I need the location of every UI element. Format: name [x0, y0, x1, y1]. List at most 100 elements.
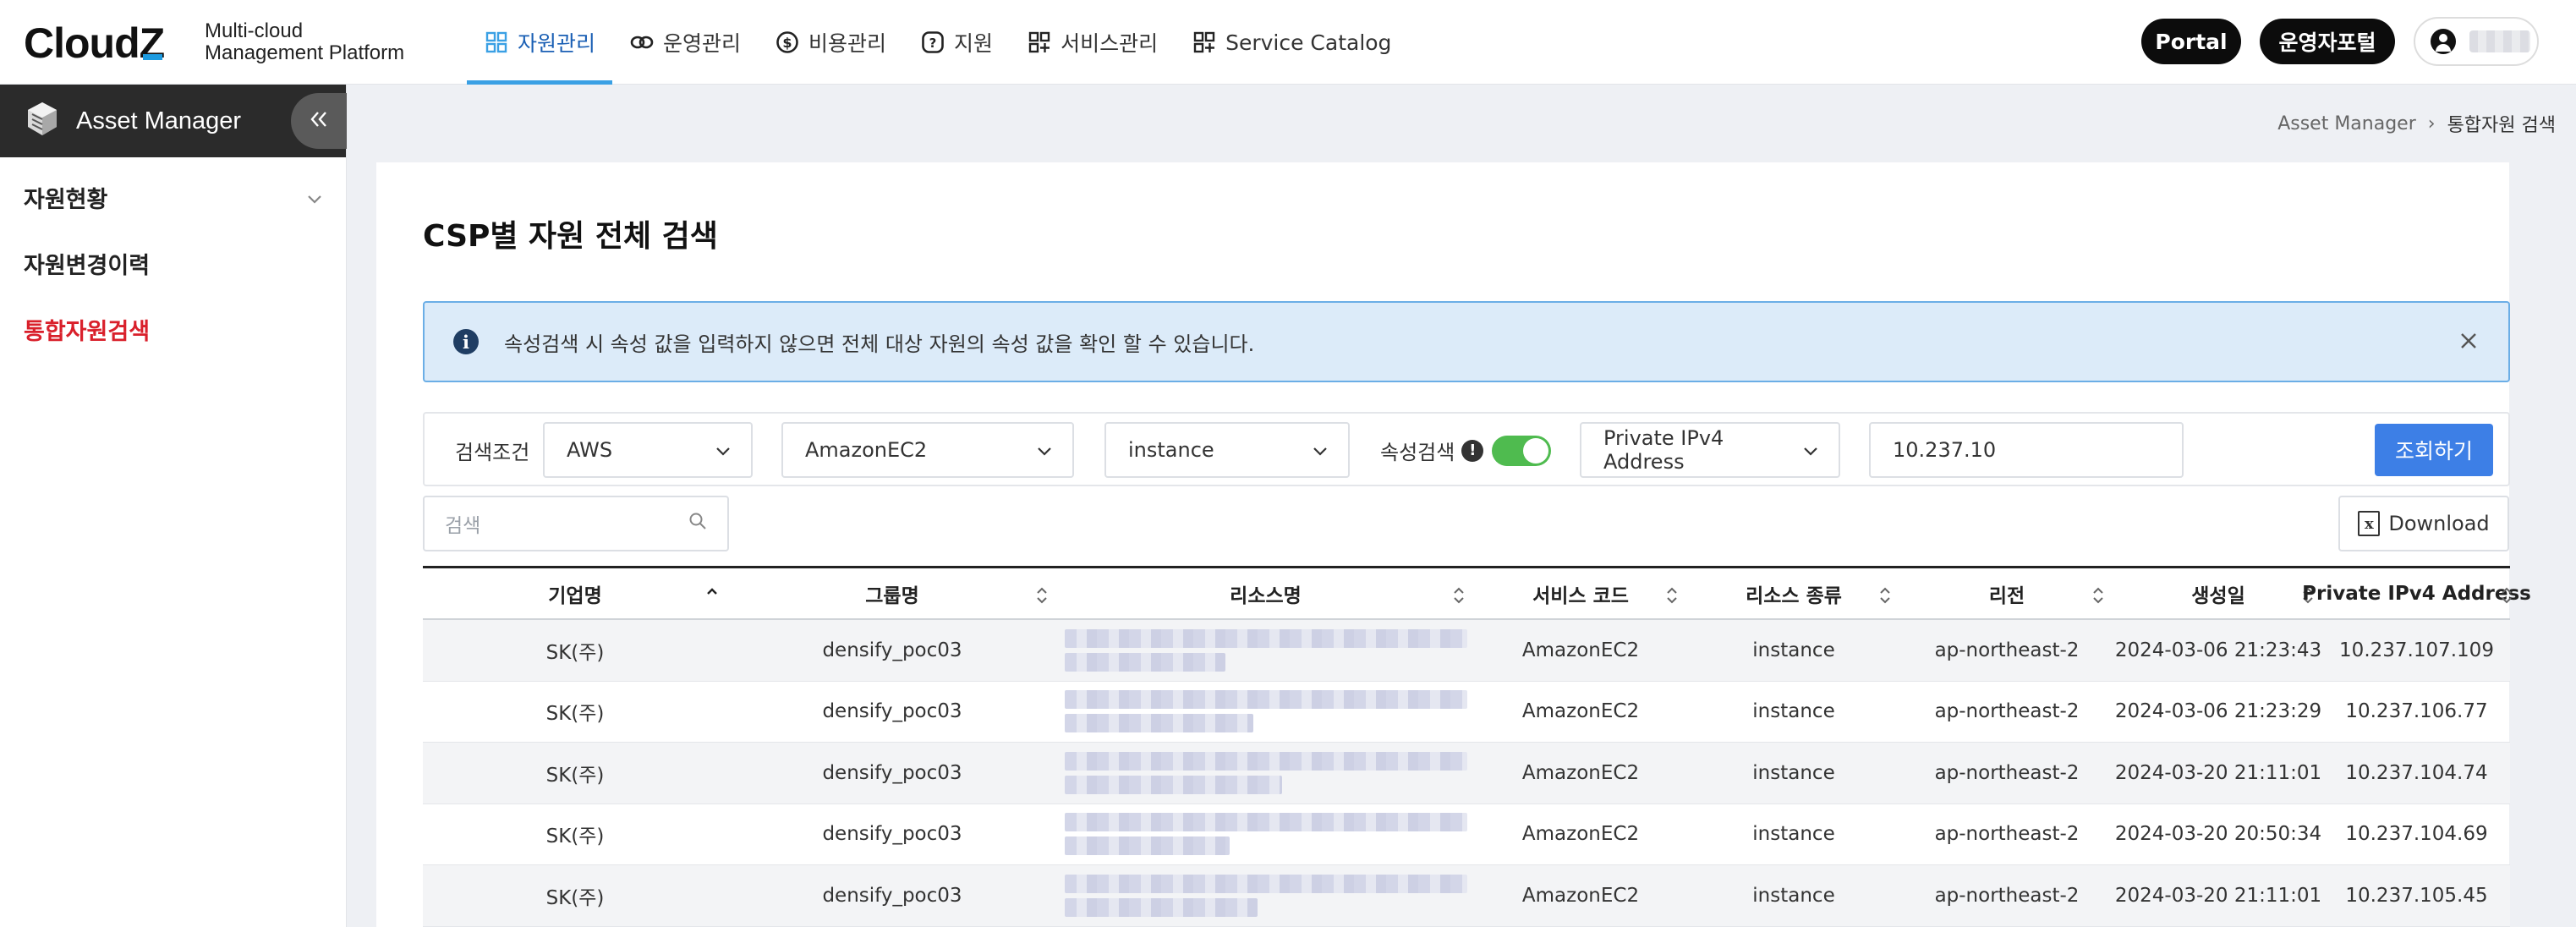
attribute-select[interactable]: Private IPv4 Address: [1580, 422, 1840, 478]
portal-button[interactable]: Portal: [2141, 19, 2241, 64]
cell-service-code: AmazonEC2: [1521, 761, 1640, 784]
catalog-icon: [1192, 30, 1217, 55]
cell-company: SK(주): [545, 764, 605, 787]
cell-private-ip: 10.237.104.69: [2345, 823, 2488, 846]
svg-text:$: $: [782, 35, 792, 51]
logo-subtitle-line1: Multi-cloud: [205, 19, 304, 42]
column-header-label: 서비스 코드: [1532, 584, 1629, 607]
column-header-private-ip[interactable]: Private IPv4 Address: [2302, 568, 2531, 618]
nav-item-resource-management[interactable]: 자원관리: [467, 0, 613, 85]
nav-item-support[interactable]: ? 지원: [903, 0, 1010, 85]
chevron-down-icon: [715, 438, 731, 462]
search-submit-button[interactable]: 조회하기: [2375, 424, 2493, 476]
sidebar-item-integrated-search[interactable]: 통합자원검색: [0, 296, 346, 362]
main-panel: CSP별 자원 전체 검색 i 속성검색 시 속성 값을 입력하지 않으면 전체…: [376, 162, 2531, 927]
column-header-label: Private IPv4 Address: [2302, 582, 2531, 605]
info-icon: i: [453, 329, 479, 354]
ops-portal-button[interactable]: 운영자포털: [2260, 19, 2395, 64]
cell-resource-name: [1057, 865, 1474, 926]
user-menu[interactable]: [2414, 17, 2539, 66]
cell-company: SK(주): [545, 826, 605, 848]
sort-icon: [1035, 586, 1049, 610]
cell-resource-name: [1057, 743, 1474, 804]
resource-type-select-value: instance: [1128, 438, 1214, 462]
cell-private-ip: 10.237.107.109: [2339, 639, 2494, 661]
table-row[interactable]: SK(주) densify_poc03 AmazonEC2 instance ap-no…: [423, 743, 2510, 804]
cell-private-ip: 10.237.105.45: [2345, 884, 2488, 907]
close-icon[interactable]: [2459, 332, 2478, 354]
resource-type-select[interactable]: instance: [1104, 422, 1350, 478]
user-avatar-icon: [2431, 29, 2456, 54]
asset-manager-icon: [25, 101, 59, 141]
cell-created: 2024-03-20 21:11:01: [2114, 884, 2322, 907]
cell-private-ip: 10.237.106.77: [2345, 700, 2488, 723]
cell-resource-type: instance: [1752, 823, 1835, 846]
column-header-company[interactable]: 기업명: [423, 568, 727, 618]
cell-resource-name: [1057, 804, 1474, 865]
cell-resource-name: [1057, 682, 1474, 743]
search-icon: [688, 512, 707, 535]
nav-item-operations[interactable]: 운영관리: [612, 0, 758, 85]
cell-region: ap-northeast-2: [1934, 700, 2080, 723]
search-placeholder: 검색: [445, 515, 481, 537]
breadcrumb-root[interactable]: Asset Manager: [2277, 113, 2416, 134]
cell-service-code: AmazonEC2: [1521, 884, 1640, 907]
sidebar-collapse-button[interactable]: [291, 93, 347, 149]
column-header-region[interactable]: 리전: [1900, 568, 2113, 618]
column-header-service-code[interactable]: 서비스 코드: [1474, 568, 1687, 618]
column-header-created[interactable]: 생성일: [2113, 568, 2323, 618]
chevron-down-icon: [1803, 438, 1818, 462]
column-header-group[interactable]: 그룹명: [727, 568, 1057, 618]
sidebar-menu: 자원현황 자원변경이력 통합자원검색: [0, 157, 346, 362]
cell-group: densify_poc03: [822, 823, 962, 846]
grid-icon: [484, 30, 509, 55]
download-button[interactable]: x Download: [2338, 496, 2509, 551]
main-nav: 자원관리 운영관리 $ 비용관리 ? 지원 서비스관리 Service Cata…: [467, 0, 1408, 85]
breadcrumb-separator: ›: [2427, 112, 2436, 134]
cloudz-logo[interactable]: CloudZ: [24, 19, 165, 68]
cell-region: ap-northeast-2: [1934, 884, 2080, 907]
table-row[interactable]: SK(주) densify_poc03 AmazonEC2 instance ap-no…: [423, 804, 2510, 865]
service-select[interactable]: AmazonEC2: [781, 422, 1074, 478]
nav-item-cost[interactable]: $ 비용관리: [758, 0, 903, 85]
nav-item-service-management[interactable]: 서비스관리: [1010, 0, 1175, 85]
redacted-resource-name: [1064, 748, 1467, 798]
attribute-search-label: 속성검색 !: [1380, 436, 1484, 465]
filter-label: 검색조건: [455, 441, 530, 464]
nav-item-service-catalog[interactable]: Service Catalog: [1175, 0, 1408, 85]
sidebar-item-resource-status[interactable]: 자원현황: [0, 164, 346, 230]
cell-service-code: AmazonEC2: [1521, 639, 1640, 661]
logo-text: Cloud: [24, 19, 140, 67]
table-row[interactable]: SK(주) densify_poc03 AmazonEC2 instance ap-no…: [423, 620, 2510, 682]
cell-company: SK(주): [545, 641, 605, 664]
column-header-resource-name[interactable]: 리소스명: [1057, 568, 1474, 618]
breadcrumb: Asset Manager › 통합자원 검색: [2277, 110, 2556, 137]
cell-resource-type: instance: [1752, 700, 1835, 723]
sidebar-header: Asset Manager: [0, 85, 347, 157]
results-table: 기업명 그룹명 리소스명 서비스 코드 리소스 종류 리전 생성일 Privat…: [423, 566, 2531, 927]
column-header-label: 기업명: [548, 584, 602, 607]
attribute-value-input[interactable]: [1869, 422, 2184, 478]
attribute-search-toggle[interactable]: [1492, 436, 1551, 466]
sidebar-title: Asset Manager: [76, 107, 242, 134]
cell-resource-type: instance: [1752, 884, 1835, 907]
svg-text:?: ?: [929, 36, 937, 51]
column-header-resource-type[interactable]: 리소스 종류: [1687, 568, 1900, 618]
table-header: 기업명 그룹명 리소스명 서비스 코드 리소스 종류 리전 생성일 Privat…: [423, 566, 2531, 620]
table-row[interactable]: SK(주) densify_poc03 AmazonEC2 instance ap-no…: [423, 682, 2510, 743]
logo-subtitle: Multi-cloud Management Platform: [205, 20, 404, 64]
question-icon: ?: [920, 30, 945, 55]
cell-group: densify_poc03: [822, 761, 962, 784]
cell-service-code: AmazonEC2: [1521, 823, 1640, 846]
table-search-input[interactable]: 검색: [423, 496, 729, 551]
table-row[interactable]: SK(주) densify_poc03 AmazonEC2 instance ap-no…: [423, 865, 2510, 927]
sidebar-item-change-history[interactable]: 자원변경이력: [0, 230, 346, 296]
cell-resource-type: instance: [1752, 761, 1835, 784]
service-select-value: AmazonEC2: [805, 438, 928, 462]
double-chevron-left-icon: [309, 110, 329, 132]
exclamation-icon[interactable]: !: [1461, 439, 1484, 462]
cell-region: ap-northeast-2: [1934, 761, 2080, 784]
sort-icon: [1878, 586, 1892, 610]
csp-select[interactable]: AWS: [543, 422, 753, 478]
sort-icon: [2091, 586, 2105, 610]
